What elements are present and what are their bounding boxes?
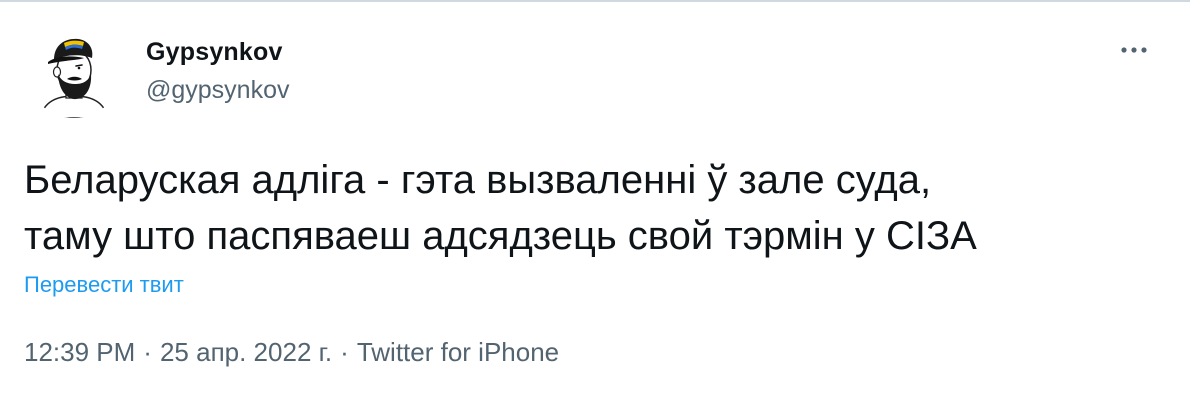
author-avatar[interactable] — [26, 22, 122, 118]
tweet-text-line: таму што паспяваеш адсядзець свой тэрмін… — [24, 214, 977, 258]
tweet-time[interactable]: 12:39 PM — [24, 337, 135, 367]
translate-tweet-link[interactable]: Перевести твит — [24, 272, 184, 298]
author-handle[interactable]: @gypsynkov — [146, 76, 290, 105]
more-options-button[interactable] — [1112, 34, 1156, 66]
tweet-text-line: Беларуская адліга - гэта вызваленні ў за… — [24, 158, 932, 202]
tweet-card: Gypsynkov @gypsynkov Беларуская адліга -… — [0, 0, 1190, 406]
tweet-metadata: 12:39 PM · 25 апр. 2022 г. · Twitter for iPh… — [24, 337, 559, 368]
tweet-text: Беларуская адліга - гэта вызваленні ў за… — [24, 152, 1164, 264]
tweet-source[interactable]: Twitter for iPhone — [357, 337, 559, 367]
meta-separator: · — [143, 337, 152, 367]
bearded-man-avatar-icon — [39, 38, 109, 118]
meta-separator: · — [340, 337, 349, 367]
tweet-date[interactable]: 25 апр. 2022 г. — [160, 337, 332, 367]
author-display-name[interactable]: Gypsynkov — [146, 38, 283, 67]
more-dots-icon — [1121, 47, 1147, 53]
